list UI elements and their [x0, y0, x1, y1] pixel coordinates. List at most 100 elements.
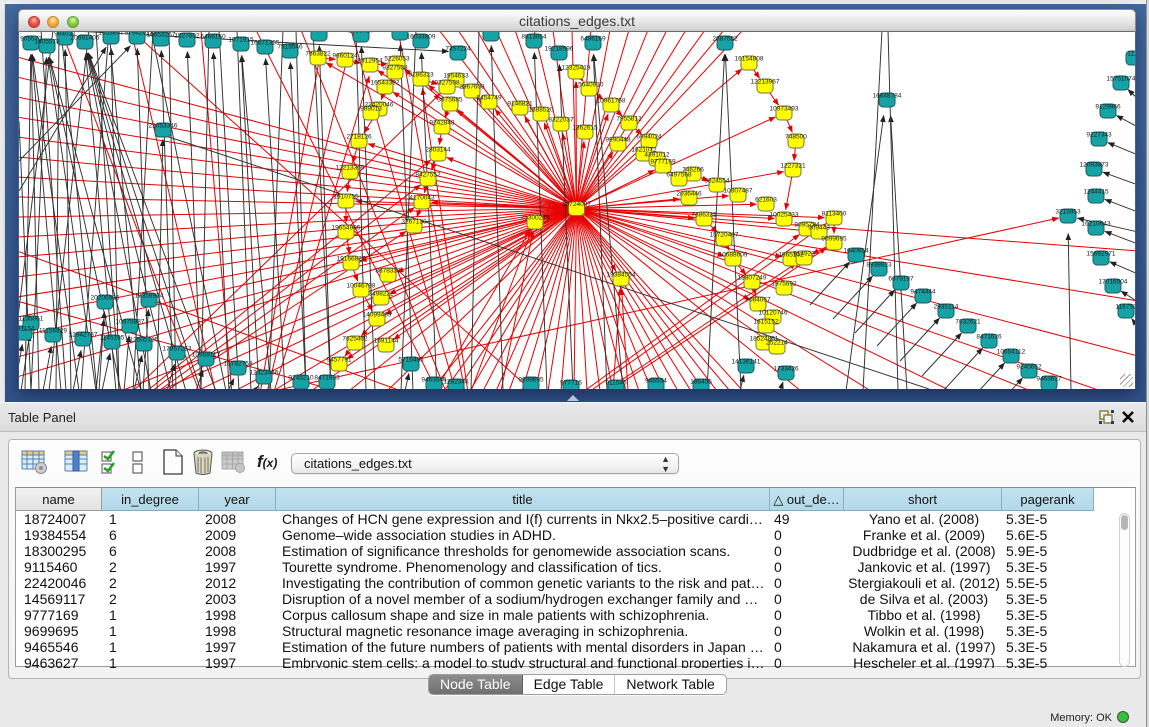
svg-text:1227321: 1227321: [780, 163, 806, 170]
svg-text:621603: 621603: [755, 197, 777, 204]
svg-text:391154: 391154: [19, 326, 35, 333]
svg-text:15640910: 15640910: [575, 82, 604, 89]
svg-text:19384554: 19384554: [607, 272, 636, 279]
svg-text:12213369: 12213369: [336, 165, 365, 172]
svg-text:3498222: 3498222: [368, 291, 394, 298]
svg-text:8813054: 8813054: [521, 34, 547, 41]
svg-text:9777169: 9777169: [650, 159, 676, 166]
svg-text:18807249: 18807249: [738, 275, 767, 282]
svg-text:8834021: 8834021: [478, 32, 504, 34]
svg-text:9457791: 9457791: [326, 357, 352, 364]
svg-text:16154808: 16154808: [735, 56, 764, 63]
svg-text:10958117: 10958117: [192, 352, 221, 359]
svg-text:8938923: 8938923: [866, 262, 892, 269]
svg-text:6466160: 6466160: [200, 34, 226, 41]
svg-text:3267130: 3267130: [401, 219, 427, 226]
svg-text:1527602: 1527602: [174, 33, 200, 40]
svg-text:7955812: 7955812: [616, 116, 642, 123]
svg-text:9245652: 9245652: [1016, 364, 1042, 371]
svg-text:116753: 116753: [1115, 304, 1135, 311]
svg-text:6679197: 6679197: [888, 276, 914, 283]
svg-text:10653267: 10653267: [147, 32, 176, 39]
svg-text:8113400: 8113400: [822, 211, 847, 218]
svg-text:10120746: 10120746: [759, 310, 788, 317]
svg-text:17016504: 17016504: [1099, 279, 1128, 286]
svg-text:8678333: 8678333: [375, 268, 401, 275]
svg-text:2935114: 2935114: [934, 304, 959, 311]
svg-text:5716485: 5716485: [398, 357, 424, 364]
svg-text:1244415: 1244415: [1083, 189, 1109, 196]
svg-text:19166827: 19166827: [337, 256, 366, 263]
svg-text:12323466: 12323466: [250, 370, 279, 377]
svg-text:1282346: 1282346: [443, 379, 469, 386]
svg-text:12942737: 12942737: [69, 332, 98, 339]
svg-text:1284506: 1284506: [306, 32, 332, 34]
svg-text:16648784: 16648784: [873, 93, 902, 100]
svg-text:16782759: 16782759: [224, 361, 253, 368]
svg-text:10807487: 10807487: [724, 188, 753, 195]
svg-text:909443: 909443: [808, 225, 830, 232]
svg-text:1065327: 1065327: [387, 32, 413, 33]
svg-text:3624554: 3624554: [704, 178, 730, 185]
svg-text:1733426: 1733426: [773, 366, 799, 373]
svg-text:1145195: 1145195: [100, 335, 125, 342]
svg-text:10961758: 10961758: [597, 98, 626, 105]
svg-text:1954633: 1954633: [443, 73, 469, 80]
svg-text:2803144: 2803144: [425, 147, 451, 154]
svg-text:14099489: 14099489: [363, 312, 392, 319]
svg-text:9699695: 9699695: [518, 377, 544, 384]
svg-text:2036446: 2036446: [676, 191, 702, 198]
svg-text:20691406: 20691406: [71, 35, 100, 42]
svg-text:4170043: 4170043: [409, 195, 435, 202]
svg-text:911546: 911546: [605, 380, 627, 387]
svg-text:9245210: 9245210: [288, 375, 314, 382]
svg-text:17957253: 17957253: [163, 346, 192, 353]
svg-text:4391012: 4391012: [644, 152, 670, 159]
svg-text:15692971: 15692971: [1087, 251, 1116, 258]
svg-text:3215953: 3215953: [1055, 209, 1081, 216]
svg-text:10688609: 10688609: [719, 252, 748, 259]
svg-text:2687682: 2687682: [712, 36, 738, 43]
svg-text:1691144: 1691144: [374, 338, 399, 345]
svg-text:19218596: 19218596: [545, 46, 574, 53]
svg-text:1653807: 1653807: [98, 32, 124, 37]
svg-text:1135061: 1135061: [19, 316, 44, 323]
svg-text:10654112: 10654112: [997, 349, 1026, 356]
svg-text:186405: 186405: [690, 379, 712, 386]
svg-text:11156829: 11156829: [39, 328, 67, 335]
svg-text:17359924: 17359924: [135, 293, 164, 300]
svg-text:10975887: 10975887: [116, 319, 145, 326]
svg-text:1975692: 1975692: [771, 281, 797, 288]
svg-text:16033809: 16033809: [407, 34, 436, 41]
svg-text:9474444: 9474444: [910, 289, 936, 296]
svg-text:977716: 977716: [560, 380, 582, 387]
svg-text:9084067: 9084067: [745, 297, 771, 304]
svg-text:8427552: 8427552: [415, 172, 441, 179]
svg-text:6994024: 6994024: [636, 134, 662, 141]
svg-text:10046798: 10046798: [347, 283, 376, 290]
svg-text:6486169: 6486169: [580, 36, 606, 43]
svg-text:10025433: 10025433: [770, 212, 799, 219]
svg-text:18724007: 18724007: [562, 201, 591, 208]
svg-text:914923: 914923: [793, 251, 815, 258]
svg-text:10973493: 10973493: [770, 106, 799, 113]
svg-text:7625402: 7625402: [342, 336, 368, 343]
svg-text:9327508: 9327508: [434, 80, 460, 87]
svg-text:748500: 748500: [785, 134, 807, 141]
svg-text:3675685: 3675685: [437, 97, 463, 104]
svg-text:9990448: 9990448: [605, 137, 631, 144]
svg-text:15720407: 15720407: [710, 232, 739, 239]
svg-text:9327503: 9327503: [382, 65, 408, 72]
svg-text:1610755: 1610755: [333, 194, 359, 201]
svg-text:19654985: 19654985: [332, 225, 361, 232]
svg-text:14136141: 14136141: [732, 359, 761, 366]
svg-text:9242848: 9242848: [429, 120, 455, 127]
svg-text:25300275: 25300275: [521, 215, 550, 222]
svg-text:1362615: 1362615: [572, 125, 598, 132]
svg-text:1640954: 1640954: [843, 248, 869, 255]
svg-text:12093873: 12093873: [1080, 162, 1109, 169]
svg-text:8186323: 8186323: [408, 72, 434, 79]
svg-text:7515546: 7515546: [277, 44, 303, 51]
svg-text:8454749: 8454749: [476, 95, 502, 102]
svg-text:12505135: 12505135: [130, 337, 159, 344]
